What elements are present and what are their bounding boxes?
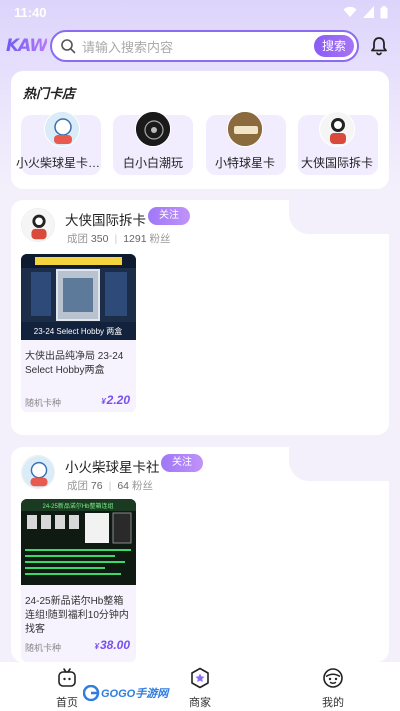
shop-name-1[interactable]: 小火柴球星卡官方店	[16, 154, 106, 171]
home-icon	[58, 668, 76, 687]
shop-name-2[interactable]: 白小白潮玩	[108, 154, 198, 171]
bell-icon[interactable]	[369, 36, 389, 56]
store-card-1[interactable]: 大侠国际拆卡 关注 成团 350 | 1291 粉丝 23-24 Select Ho…	[11, 200, 389, 435]
shop-avatar-1[interactable]	[44, 111, 80, 147]
wifi-icon	[343, 6, 357, 17]
search-button[interactable]: 搜索	[314, 35, 354, 57]
product-tag: 随机卡种	[25, 398, 62, 408]
svg-text:24-25新品诺尔Hb整箱连组: 24-25新品诺尔Hb整箱连组	[42, 502, 113, 510]
store-stats: 成团 76 | 64 粉丝	[67, 480, 153, 492]
card-tab-notch	[289, 447, 389, 481]
product-price: ¥2.20	[101, 393, 130, 407]
product-card[interactable]: 23-24 Select Hobby 两盒 大侠出品纯净局 23-24 Sele…	[21, 254, 136, 412]
store-name[interactable]: 小火柴球星卡社	[65, 456, 160, 476]
store-avatar[interactable]	[21, 455, 55, 489]
shop-avatar-2[interactable]	[135, 111, 171, 147]
store-name[interactable]: 大侠国际拆卡	[65, 209, 146, 229]
nav-profile-label: 我的	[322, 697, 344, 709]
store-icon	[191, 667, 209, 689]
app-header: KAW 请输入搜索内容 搜索	[0, 28, 400, 64]
product-tag: 随机卡种	[25, 643, 62, 653]
watermark: GOGO手游网	[83, 685, 168, 701]
store-card-2[interactable]: 小火柴球星卡社 关注 成团 76 | 64 粉丝 24-25新品诺尔Hb整箱连组 2…	[11, 447, 389, 662]
status-icons	[343, 5, 388, 19]
bottom-navigation: 首页 商家 我的	[0, 662, 400, 711]
shop-avatar-3[interactable]	[227, 111, 263, 147]
product-price: ¥38.00	[94, 638, 130, 652]
watermark-logo-icon	[83, 685, 100, 701]
shop-name-3[interactable]: 小特球星卡	[200, 154, 290, 171]
status-time: 11:40	[14, 4, 47, 20]
store-avatar[interactable]	[21, 208, 55, 242]
search-icon	[61, 39, 76, 54]
shop-avatar-4[interactable]	[319, 111, 355, 147]
nav-profile[interactable]: 我的	[303, 667, 363, 710]
product-image[interactable]: 24-25新品诺尔Hb整箱连组	[21, 499, 136, 585]
product-card[interactable]: 24-25新品诺尔Hb整箱连组 24-25新品诺尔Hb整箱连组!随到福利10分钟…	[21, 499, 136, 662]
battery-icon	[380, 5, 388, 18]
product-image[interactable]: 23-24 Select Hobby 两盒	[21, 254, 136, 340]
store-stats: 成团 350 | 1291 粉丝	[67, 233, 171, 245]
profile-icon	[323, 668, 343, 688]
nav-store[interactable]: 商家	[170, 667, 230, 710]
hot-shops-card: 热门卡店 小火柴球星卡官方店 白小白潮玩 小特球星卡 大侠国际拆卡	[11, 71, 389, 189]
product-title[interactable]: 24-25新品诺尔Hb整箱连组!随到福利10分钟内找客	[25, 595, 133, 637]
follow-button[interactable]: 关注	[148, 207, 190, 225]
signal-icon	[363, 6, 374, 18]
product-title[interactable]: 大侠出品纯净局 23-24 Select Hobby两盒	[25, 350, 133, 378]
search-bar[interactable]: 请输入搜索内容 搜索	[50, 30, 359, 62]
status-bar: 11:40	[0, 0, 400, 24]
nav-store-label: 商家	[189, 697, 211, 709]
shop-name-4[interactable]: 大侠国际拆卡	[292, 154, 382, 171]
hot-shops-title: 热门卡店	[23, 86, 76, 103]
follow-button[interactable]: 关注	[161, 454, 203, 472]
svg-text:23-24 Select Hobby 两盒: 23-24 Select Hobby 两盒	[34, 326, 123, 336]
card-tab-notch	[289, 200, 389, 234]
app-logo: KAW	[6, 36, 48, 56]
